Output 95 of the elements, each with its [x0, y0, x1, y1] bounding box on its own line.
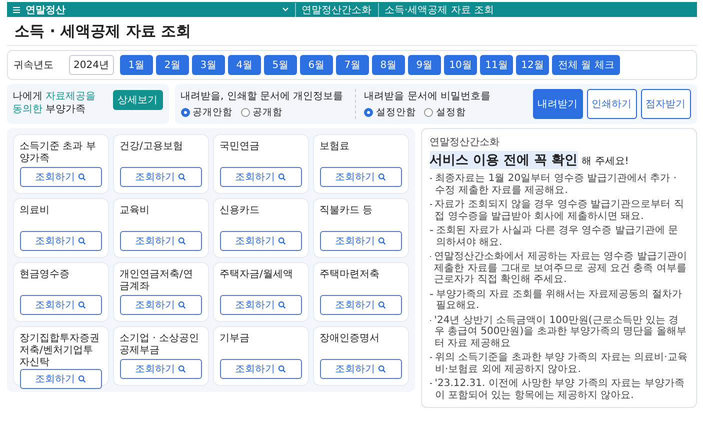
category-name: 신용카드 [220, 205, 260, 217]
breadcrumb-item[interactable]: 소득·세액공제 자료 조회 [378, 2, 494, 16]
search-icon [178, 237, 186, 245]
search-icon [178, 365, 186, 373]
category-name: 기부금 [220, 333, 250, 345]
category-name: 건강/고용보험 [120, 141, 184, 153]
option-label: 내려받을 문서에 비밀번호를 [364, 90, 491, 103]
notice-item: 연말정산간소화에서 제공하는 자료는 영수증 발급기관이 제출한 자료를 그대로 보여주므로 공제 요건 충족 여부를 근로자가 직접 확인해 주세요. [434, 251, 688, 286]
consent-text: 나에게 자료제공을 동의한 부양가족 [12, 90, 97, 116]
page-title: 소득 · 세액공제 자료 조회 [14, 22, 192, 41]
category-name: 장기집합투자증권저축/벤처기업투자신탁 [20, 333, 100, 369]
lookup-button[interactable]: 조회하기 [20, 295, 102, 315]
notice-item: 위의 소득기준을 초과한 부양 가족의 자료는 의료비·교육비·보험료 외에 제공하지 않아요. [435, 352, 688, 375]
month-button[interactable]: 11월 [480, 55, 513, 75]
month-button[interactable]: 9월 [408, 55, 441, 75]
notice-heading-suffix: 해 주세요! [582, 155, 629, 168]
notice-item: '24년 상반기 소득금액이 100만원(근로소득만 있는 경우 총급여 500만원)을 초과한 부양가족의 명단을 올해부터 자료 제공해요 [434, 314, 688, 349]
category-name: 주택마련저축 [320, 269, 380, 281]
radio-option[interactable]: 설정함 [424, 106, 466, 119]
category-name: 보험료 [320, 141, 350, 153]
radio-option[interactable]: 설정안함 [364, 106, 416, 119]
lookup-button[interactable]: 조회하기 [120, 231, 202, 251]
braille-button[interactable]: 점자받기 [640, 89, 690, 119]
radio-option[interactable]: 공개안함 [180, 106, 232, 119]
search-icon [178, 173, 186, 181]
lookup-button[interactable]: 조회하기 [220, 167, 302, 187]
year-select[interactable]: 2024년 [68, 55, 114, 75]
lookup-button[interactable]: 조회하기 [320, 231, 402, 251]
month-button[interactable]: 7월 [336, 55, 369, 75]
search-icon [278, 365, 286, 373]
search-icon [378, 237, 386, 245]
download-button[interactable]: 내려받기 [532, 89, 582, 119]
lookup-button[interactable]: 조회하기 [120, 295, 202, 315]
month-button[interactable]: 2월 [156, 55, 189, 75]
lookup-button[interactable]: 조회하기 [220, 295, 302, 315]
section-title[interactable]: 연말정산 [26, 2, 276, 16]
search-icon [378, 365, 386, 373]
year-label: 귀속년도 [14, 59, 54, 72]
category-name: 장애인증명서 [320, 333, 380, 345]
lookup-button[interactable]: 조회하기 [320, 295, 402, 315]
notice-item: '23.12.31. 이전에 사망한 부양 가족의 자료는 부양가족이 포함되어 있는 항목에는 제공하지 않아요. [434, 378, 686, 401]
radio-option[interactable]: 공개함 [240, 106, 282, 119]
month-button[interactable]: 4월 [228, 55, 261, 75]
month-button[interactable]: 1월 [120, 55, 153, 75]
lookup-button[interactable]: 조회하기 [120, 359, 202, 379]
search-icon [78, 301, 86, 309]
option-label: 내려받을, 인쇄할 문서에 개인정보를 [180, 90, 344, 103]
search-icon [278, 301, 286, 309]
search-icon [278, 173, 286, 181]
category-name: 교육비 [120, 205, 150, 217]
category-name: 소득기준 초과 부양가족 [20, 141, 97, 165]
menu-icon[interactable] [12, 6, 20, 12]
radio-button[interactable] [180, 108, 190, 117]
lookup-button[interactable]: 조회하기 [120, 167, 202, 187]
breadcrumb-item[interactable]: 연말정산간소화 [294, 2, 372, 16]
search-icon [78, 237, 86, 245]
month-button[interactable]: 3월 [192, 55, 225, 75]
notice-source: 연말정산간소화 [430, 136, 500, 149]
notice-item: 자료가 조회되지 않을 경우 영수증 발급기관으로부터 직접 영수증을 발급받아 회사에 제출하시면 돼요. [434, 199, 685, 222]
category-name: 현금영수증 [20, 269, 70, 281]
month-button[interactable]: 12월 [516, 55, 549, 75]
notice-item: 조회된 자료가 사실과 다른 경우 영수증 발급기관에 문의하셔야 해요. [436, 225, 680, 248]
search-icon [78, 173, 86, 181]
search-icon [378, 301, 386, 309]
search-icon [178, 301, 186, 309]
category-name: 개인연금저축/연금계좌 [120, 269, 194, 293]
category-name: 의료비 [20, 205, 50, 217]
radio-button[interactable] [364, 108, 374, 117]
notice-item: 부양가족의 자료 조회를 위해서는 자료제공동의 절차가 필요해요. [436, 288, 683, 312]
radio-button[interactable] [424, 108, 434, 117]
category-name: 주택자금/월세액 [220, 269, 294, 281]
category-name: 국민연금 [220, 141, 260, 153]
lookup-button[interactable]: 조회하기 [20, 167, 102, 187]
category-name: 소기업 · 소상공인 공제부금 [120, 333, 200, 357]
lookup-button[interactable]: 조회하기 [220, 231, 302, 251]
select-all-months-button[interactable]: 전체 월 체크 [552, 55, 620, 75]
month-button[interactable]: 5월 [264, 55, 297, 75]
details-button[interactable]: 상세보기 [112, 90, 162, 110]
chevron-down-icon[interactable] [282, 7, 288, 12]
month-button[interactable]: 8월 [372, 55, 405, 75]
lookup-button[interactable]: 조회하기 [20, 369, 102, 389]
notice-item: 최종자료는 1월 20일부터 영수증 발급기관에서 추가 · 수정 제출한 자료를 제공해요. [435, 173, 678, 196]
search-icon [78, 375, 86, 383]
lookup-button[interactable]: 조회하기 [320, 359, 402, 379]
notice-heading: 서비스 이용 전에 꼭 확인 [430, 151, 578, 169]
lookup-button[interactable]: 조회하기 [20, 231, 102, 251]
radio-button[interactable] [240, 108, 250, 117]
category-name: 직불카드 등 [320, 205, 374, 217]
lookup-button[interactable]: 조회하기 [220, 359, 302, 379]
month-button[interactable]: 6월 [300, 55, 333, 75]
month-button[interactable]: 10월 [444, 55, 477, 75]
search-icon [378, 173, 386, 181]
print-button[interactable]: 인쇄하기 [586, 89, 636, 119]
lookup-button[interactable]: 조회하기 [320, 167, 402, 187]
search-icon [278, 237, 286, 245]
